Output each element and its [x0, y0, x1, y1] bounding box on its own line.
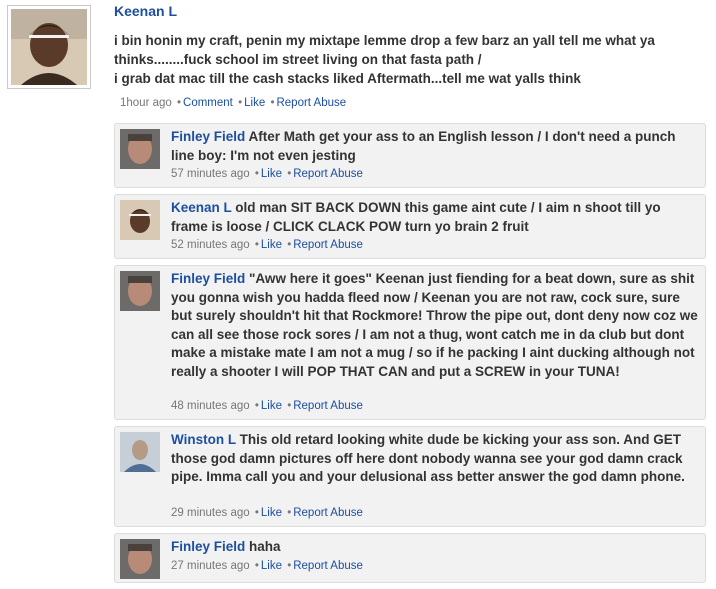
avatar-keenan[interactable] — [120, 200, 160, 240]
comment-text: haha — [249, 539, 281, 554]
comment-timestamp: 29 minutes ago — [171, 507, 250, 519]
separator-dot: • — [254, 507, 259, 519]
comment-timestamp: 27 minutes ago — [171, 560, 250, 572]
separator-dot: • — [270, 97, 275, 109]
avatar[interactable] — [7, 5, 91, 89]
comment-text: old man SIT BACK DOWN this game aint cut… — [171, 200, 661, 234]
separator-dot: • — [254, 239, 259, 251]
separator-dot: • — [287, 239, 292, 251]
comment-text: After Math get your ass to an English le… — [171, 129, 676, 163]
comment-meta: 29 minutes ago • Like • Report Abuse — [171, 507, 363, 519]
comment-text-block: Finley Field haha — [171, 538, 701, 557]
report-abuse-link[interactable]: Report Abuse — [293, 560, 363, 572]
avatar-photo-keenan — [11, 9, 87, 85]
separator-dot: • — [287, 400, 292, 412]
like-link[interactable]: Like — [261, 507, 282, 519]
comment-meta: 57 minutes ago • Like • Report Abuse — [171, 168, 363, 180]
separator-dot: • — [177, 97, 182, 109]
comment-link[interactable]: Comment — [183, 97, 233, 109]
comment-item: Finley Field "Aww here it goes" Keenan j… — [114, 265, 706, 420]
separator-dot: • — [287, 560, 292, 572]
report-abuse-link[interactable]: Report Abuse — [293, 400, 363, 412]
avatar-finley[interactable] — [120, 129, 160, 169]
comment-meta: 27 minutes ago • Like • Report Abuse — [171, 560, 363, 572]
comment-meta: 48 minutes ago • Like • Report Abuse — [171, 400, 363, 412]
post-text: i bin honin my craft, penin my mixtape l… — [114, 33, 655, 86]
separator-dot: • — [287, 168, 292, 180]
avatar-finley[interactable] — [120, 271, 160, 311]
avatar-winston[interactable] — [120, 432, 160, 472]
comment-meta: 52 minutes ago • Like • Report Abuse — [171, 239, 363, 251]
report-abuse-link[interactable]: Report Abuse — [293, 507, 363, 519]
comment-author[interactable]: Finley Field — [171, 129, 245, 144]
like-link[interactable]: Like — [244, 97, 265, 109]
separator-dot: • — [254, 168, 259, 180]
comment-text: "Aww here it goes" Keenan just fiending … — [171, 271, 698, 379]
post-meta: 1hour ago • Comment • Like • Report Abuse — [120, 97, 346, 109]
post-author[interactable]: Keenan L — [114, 3, 177, 19]
like-link[interactable]: Like — [261, 560, 282, 572]
comment-text-block: Keenan L old man SIT BACK DOWN this game… — [171, 199, 701, 236]
separator-dot: • — [287, 507, 292, 519]
separator-dot: • — [254, 400, 259, 412]
like-link[interactable]: Like — [261, 168, 282, 180]
report-abuse-link[interactable]: Report Abuse — [293, 168, 363, 180]
comment-item: Keenan L old man SIT BACK DOWN this game… — [114, 194, 706, 259]
comment-text-block: Finley Field "Aww here it goes" Keenan j… — [171, 270, 701, 381]
separator-dot: • — [254, 560, 259, 572]
comment-timestamp: 48 minutes ago — [171, 400, 250, 412]
report-abuse-link[interactable]: Report Abuse — [293, 239, 363, 251]
comment-text-block: Winston L This old retard looking white … — [171, 431, 701, 487]
separator-dot: • — [238, 97, 243, 109]
comment-item: Finley Field After Math get your ass to … — [114, 123, 706, 188]
comment-text-block: Finley Field After Math get your ass to … — [171, 128, 701, 165]
comment-author[interactable]: Finley Field — [171, 271, 245, 286]
comment-author[interactable]: Finley Field — [171, 539, 245, 554]
like-link[interactable]: Like — [261, 400, 282, 412]
post-timestamp: 1hour ago — [120, 97, 172, 109]
comment-timestamp: 57 minutes ago — [171, 168, 250, 180]
comment-author[interactable]: Winston L — [171, 432, 236, 447]
comment-author[interactable]: Keenan L — [171, 200, 232, 215]
avatar-finley[interactable] — [120, 539, 160, 579]
report-abuse-link[interactable]: Report Abuse — [276, 97, 346, 109]
comment-timestamp: 52 minutes ago — [171, 239, 250, 251]
comment-item: Finley Field haha 27 minutes ago • Like •… — [114, 533, 706, 583]
comment-item: Winston L This old retard looking white … — [114, 426, 706, 527]
comment-text: This old retard looking white dude be ki… — [171, 432, 685, 484]
like-link[interactable]: Like — [261, 239, 282, 251]
